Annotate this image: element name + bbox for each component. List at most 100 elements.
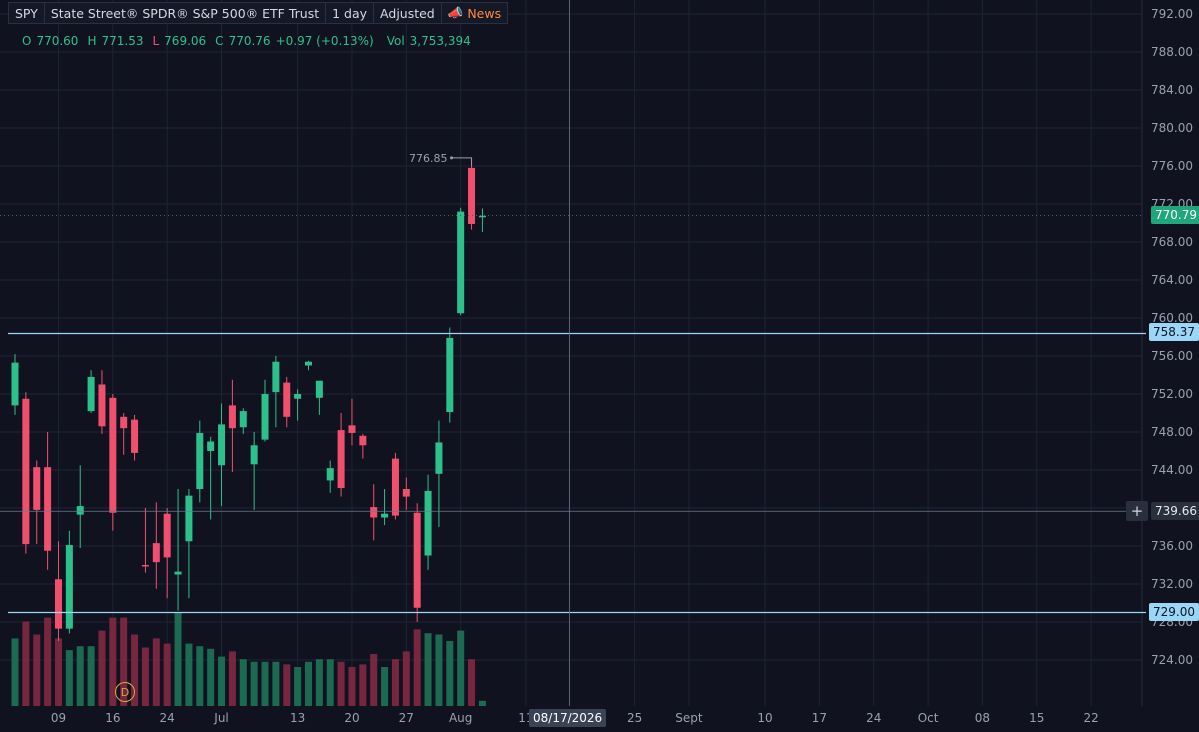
symbol-name[interactable]: State Street® SPDR® S&P 500® ETF Trust bbox=[43, 2, 327, 24]
volume-bar bbox=[44, 617, 52, 706]
megaphone-icon: 📣 bbox=[447, 5, 464, 20]
candle-body bbox=[315, 380, 323, 398]
candle-body bbox=[11, 362, 19, 406]
price-tick-label: 764.00 bbox=[1151, 273, 1193, 287]
price-tick-label: 784.00 bbox=[1151, 83, 1193, 97]
volume-bar bbox=[207, 648, 215, 706]
candle-body bbox=[109, 397, 117, 513]
add-alert-button[interactable]: + bbox=[1126, 501, 1148, 521]
volume-bar bbox=[337, 661, 345, 706]
open-label: O bbox=[22, 34, 32, 48]
news-button[interactable]: 📣 News bbox=[440, 2, 509, 24]
volume-bar bbox=[424, 633, 432, 706]
candle-body bbox=[294, 394, 302, 399]
price-tick-label: 768.00 bbox=[1151, 235, 1193, 249]
volume-bar bbox=[294, 667, 302, 706]
candle-body bbox=[163, 513, 171, 558]
volume-bar bbox=[54, 638, 62, 706]
candle-body bbox=[196, 432, 204, 489]
price-tick-label: 756.00 bbox=[1151, 349, 1193, 363]
volume-bar bbox=[185, 643, 193, 706]
volume-bar bbox=[22, 621, 30, 706]
volume-bar bbox=[478, 700, 486, 706]
volume-bar bbox=[304, 661, 312, 706]
volume-bar bbox=[413, 629, 421, 706]
volume-value: 3,753,394 bbox=[409, 34, 471, 48]
candle-body bbox=[76, 506, 84, 515]
candle-body bbox=[402, 489, 410, 497]
price-tick-label: 736.00 bbox=[1151, 539, 1193, 553]
candle-body bbox=[218, 424, 226, 466]
price-level-badge-1[interactable]: 758.37 bbox=[1149, 323, 1199, 341]
plus-icon: + bbox=[1130, 502, 1144, 520]
interval-button[interactable]: 1 day bbox=[325, 2, 375, 24]
low-value: 769.06 bbox=[164, 34, 207, 48]
candle-body bbox=[228, 405, 236, 429]
candle-body bbox=[33, 467, 41, 510]
volume-bar bbox=[228, 651, 236, 706]
date-tick-label: 10 bbox=[757, 711, 772, 725]
chart-overlay: 776.85 bbox=[0, 0, 1146, 706]
price-level-badge-2[interactable]: 729.00 bbox=[1149, 603, 1199, 621]
ohlc-legend: O 770.60 H 771.53 L 769.06 C 770.76 +0.9… bbox=[18, 34, 471, 48]
candle-body bbox=[435, 442, 443, 474]
price-tick-label: 744.00 bbox=[1151, 463, 1193, 477]
symbol-ticker[interactable]: SPY bbox=[8, 2, 45, 24]
chart-grid bbox=[0, 0, 1143, 706]
volume-bar bbox=[87, 646, 95, 706]
candle-body bbox=[152, 543, 160, 563]
candle-body bbox=[272, 361, 280, 393]
price-tick-label: 752.00 bbox=[1151, 387, 1193, 401]
candle-body bbox=[207, 441, 215, 451]
candle-body bbox=[359, 435, 367, 446]
candle-body bbox=[185, 495, 193, 542]
date-tick-label: 17 bbox=[812, 711, 827, 725]
candle-body bbox=[44, 467, 52, 551]
volume-bars bbox=[11, 612, 486, 706]
candle-body bbox=[174, 571, 182, 575]
price-tick-label: 788.00 bbox=[1151, 45, 1193, 59]
date-tick-label: 27 bbox=[399, 711, 414, 725]
low-label: L bbox=[152, 34, 160, 48]
candle-body bbox=[478, 215, 486, 218]
candle-body bbox=[120, 416, 128, 429]
price-chart[interactable]: 776.85 792.00788.00784.00780.00776.00772… bbox=[0, 0, 1199, 732]
date-tick-label: Oct bbox=[918, 711, 939, 725]
volume-bar bbox=[468, 659, 476, 706]
volume-bar bbox=[174, 612, 182, 706]
volume-bar bbox=[348, 667, 356, 706]
candle-body bbox=[457, 211, 465, 314]
volume-bar bbox=[152, 638, 160, 706]
volume-bar bbox=[381, 667, 389, 706]
adjusted-button[interactable]: Adjusted bbox=[373, 2, 442, 24]
volume-bar bbox=[196, 646, 204, 706]
crosshair-date-badge: 08/17/2026 bbox=[529, 709, 607, 727]
volume-bar bbox=[65, 650, 73, 706]
price-tick-label: 724.00 bbox=[1151, 653, 1193, 667]
volume-label: Vol bbox=[386, 34, 405, 48]
candle-body bbox=[391, 458, 399, 516]
candle-body bbox=[54, 579, 62, 629]
date-tick-label: Aug bbox=[449, 711, 472, 725]
price-tick-label: 792.00 bbox=[1151, 7, 1193, 21]
volume-bar bbox=[457, 630, 465, 706]
high-marker-leader bbox=[451, 157, 473, 166]
dividend-marker[interactable]: D bbox=[115, 682, 135, 702]
candle-body bbox=[65, 545, 73, 629]
volume-bar bbox=[435, 634, 443, 706]
candle-body bbox=[413, 512, 421, 608]
news-label: News bbox=[467, 5, 502, 21]
price-tick-label: 780.00 bbox=[1151, 121, 1193, 135]
candle-body bbox=[239, 411, 247, 428]
price-tick-label: 748.00 bbox=[1151, 425, 1193, 439]
current-price-badge: 770.79 bbox=[1151, 206, 1199, 224]
volume-bar bbox=[141, 647, 149, 706]
change-value: +0.97 (+0.13%) bbox=[275, 34, 374, 48]
candle-body bbox=[348, 425, 356, 433]
crosshair-price-badge: 739.66 bbox=[1151, 502, 1199, 520]
volume-bar bbox=[163, 643, 171, 706]
volume-bar bbox=[370, 654, 378, 706]
candle-body bbox=[468, 167, 476, 224]
volume-bar bbox=[98, 630, 106, 706]
candle-body bbox=[250, 445, 258, 465]
